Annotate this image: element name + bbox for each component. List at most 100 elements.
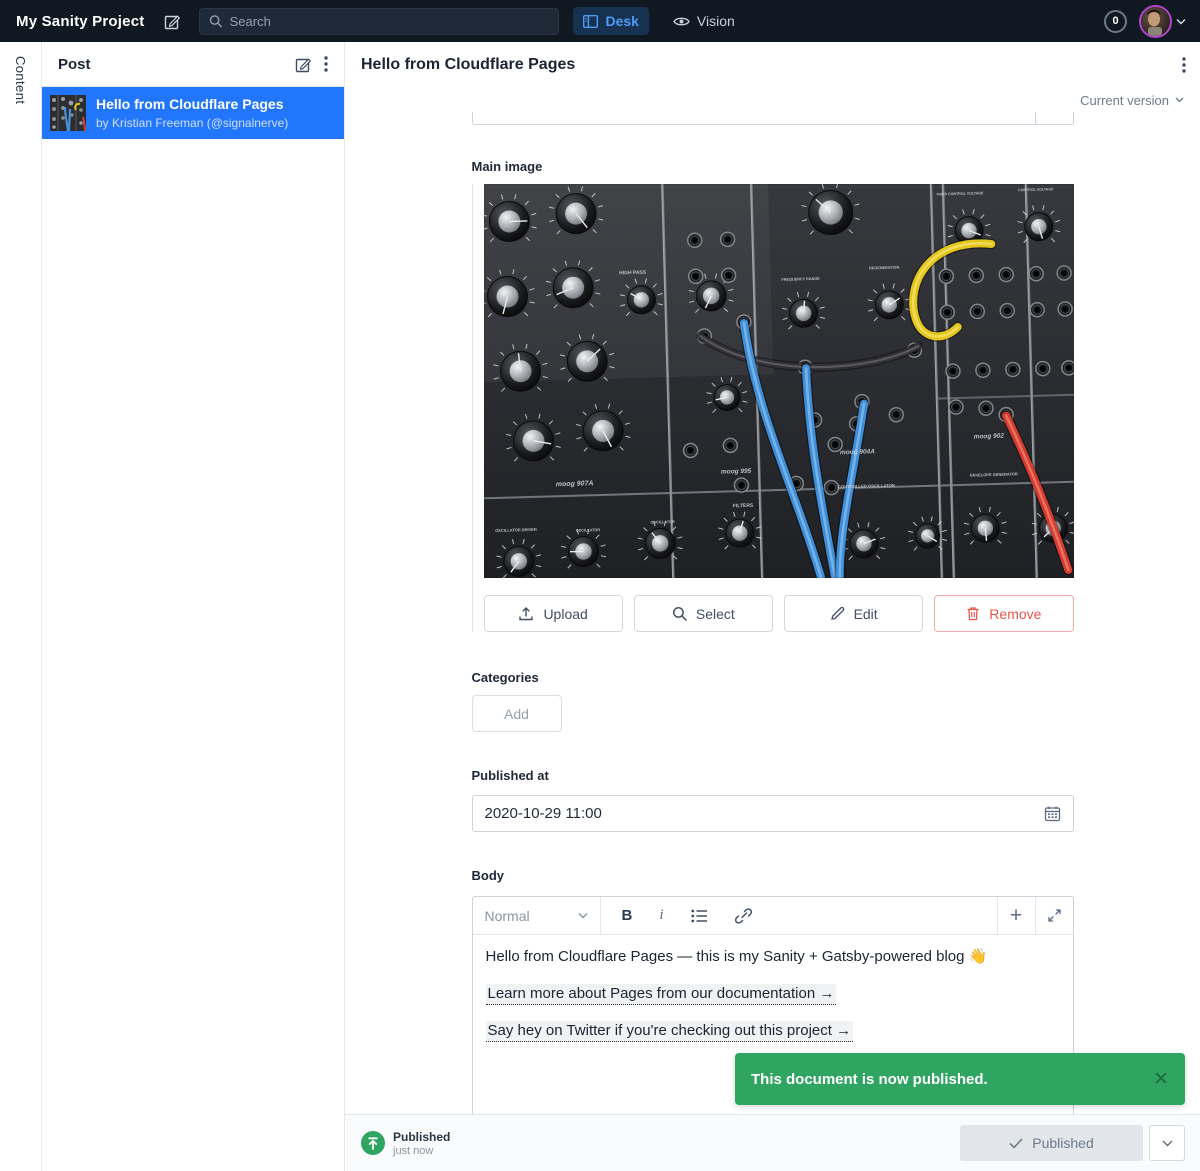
remove-label: Remove xyxy=(989,606,1041,622)
tab-desk-label: Desk xyxy=(605,13,638,29)
post-item-subtitle: by Kristian Freeman (@signalnerve) xyxy=(96,116,288,130)
svg-text:moog 902: moog 902 xyxy=(973,433,1004,441)
toast-message: This document is now published. xyxy=(751,1071,1153,1088)
svg-text:moog 907A: moog 907A xyxy=(555,480,593,488)
publish-button-label: Published xyxy=(1032,1135,1094,1151)
chevron-down-icon xyxy=(1176,18,1186,25)
main-image-label: Main image xyxy=(472,159,1074,174)
list-panel-header: Post xyxy=(42,42,344,87)
main-image-field: HIGH PASSFREQUENCY RANGEREGENERATIONFIXE… xyxy=(472,184,1074,632)
body-paragraph: Hello from Cloudflare Pages — this is my… xyxy=(486,948,1060,967)
add-category-button[interactable]: Add xyxy=(472,695,562,732)
document-editor-pane: Hello from Cloudflare Pages Current vers… xyxy=(345,42,1200,1171)
new-document-button[interactable] xyxy=(164,13,181,30)
publish-button[interactable]: Published xyxy=(960,1125,1143,1161)
svg-text:OSCILLATOR: OSCILLATOR xyxy=(575,528,600,533)
avatar xyxy=(1139,5,1172,38)
top-navbar: My Sanity Project Desk Vision 0 xyxy=(0,0,1200,42)
toast-close-button[interactable]: ✕ xyxy=(1153,1070,1169,1089)
body-text-area[interactable]: Hello from Cloudflare Pages — this is my… xyxy=(473,935,1073,1058)
document-title: Hello from Cloudflare Pages xyxy=(361,56,1176,74)
select-button[interactable]: Select xyxy=(634,595,773,632)
check-icon xyxy=(1009,1138,1023,1149)
search-bar xyxy=(199,8,559,35)
plus-icon: + xyxy=(1010,905,1022,926)
document-scroll-area: Main image HIGH PASSFREQUENCY RANGEREGEN… xyxy=(345,112,1200,1114)
search-icon xyxy=(672,606,687,621)
presence-badge[interactable]: 0 xyxy=(1104,10,1127,33)
tab-vision-label: Vision xyxy=(697,13,735,29)
published-status-icon xyxy=(361,1131,385,1155)
chevron-down-icon xyxy=(1175,97,1184,103)
link-button[interactable] xyxy=(735,908,752,924)
upload-icon xyxy=(518,606,534,622)
document-menu-button[interactable] xyxy=(1176,51,1192,79)
bullet-list-icon xyxy=(691,909,708,923)
kebab-menu-icon xyxy=(324,56,328,72)
svg-text:moog 995: moog 995 xyxy=(720,468,751,476)
compose-icon xyxy=(295,56,312,73)
insert-block-button[interactable]: + xyxy=(997,897,1035,934)
italic-button[interactable]: i xyxy=(659,907,663,924)
post-list-item[interactable]: Hello from Cloudflare Pages by Kristian … xyxy=(42,87,344,139)
document-list-panel: Post xyxy=(42,42,345,1171)
presence-count: 0 xyxy=(1112,15,1118,27)
edit-button[interactable]: Edit xyxy=(784,595,923,632)
post-thumbnail xyxy=(50,95,86,131)
edit-label: Edit xyxy=(854,606,878,622)
publish-toast: This document is now published. ✕ xyxy=(735,1053,1185,1105)
body-link[interactable]: Learn more about Pages from our document… xyxy=(486,984,837,1005)
version-selector[interactable]: Current version xyxy=(345,88,1200,112)
expand-icon xyxy=(1048,909,1061,922)
create-post-button[interactable] xyxy=(289,50,318,79)
bold-button[interactable]: B xyxy=(622,907,633,924)
chevron-down-icon xyxy=(1162,1140,1173,1147)
kebab-menu-icon xyxy=(1182,57,1186,73)
upload-button[interactable]: Upload xyxy=(484,595,623,632)
body-link[interactable]: Say hey on Twitter if you're checking ou… xyxy=(486,1021,854,1042)
svg-text:OSCILLATOR: OSCILLATOR xyxy=(650,520,675,525)
project-title[interactable]: My Sanity Project xyxy=(16,13,144,30)
post-item-title: Hello from Cloudflare Pages xyxy=(96,96,288,114)
publish-arrow-icon xyxy=(367,1137,379,1150)
text-style-value: Normal xyxy=(485,908,570,924)
list-panel-title: Post xyxy=(58,56,289,73)
select-label: Select xyxy=(696,606,735,622)
body-toolbar: Normal B i xyxy=(473,897,1073,935)
svg-text:FILTERS: FILTERS xyxy=(732,503,753,510)
tab-desk[interactable]: Desk xyxy=(573,7,648,35)
svg-text:moog 904A: moog 904A xyxy=(839,448,874,456)
bullet-list-button[interactable] xyxy=(691,909,708,923)
pencil-icon xyxy=(830,606,845,621)
calendar-icon[interactable] xyxy=(1044,805,1061,822)
svg-text:REGENERATION: REGENERATION xyxy=(869,266,900,271)
desk-icon xyxy=(583,15,598,28)
fullscreen-button[interactable] xyxy=(1035,897,1073,934)
sidebar-rail: Content xyxy=(0,42,42,1171)
status-time: just now xyxy=(393,1145,450,1157)
upload-label: Upload xyxy=(543,606,587,622)
status-title: Published xyxy=(393,1130,450,1144)
editor-header: Hello from Cloudflare Pages xyxy=(345,42,1200,88)
slug-input-partial[interactable] xyxy=(472,112,1074,125)
main-image-preview[interactable]: HIGH PASSFREQUENCY RANGEREGENERATIONFIXE… xyxy=(484,184,1074,578)
sidebar-item-content[interactable]: Content xyxy=(13,56,28,1171)
search-icon xyxy=(209,14,222,28)
list-menu-button[interactable] xyxy=(318,50,334,78)
document-footer: Published just now Published xyxy=(345,1114,1200,1171)
svg-text:HIGH PASS: HIGH PASS xyxy=(619,270,647,277)
published-at-input[interactable]: 2020-10-29 11:00 xyxy=(472,795,1074,832)
link-icon xyxy=(735,908,752,924)
tab-vision[interactable]: Vision xyxy=(663,7,745,35)
body-label: Body xyxy=(472,868,1074,883)
user-menu[interactable] xyxy=(1139,5,1186,38)
text-style-select[interactable]: Normal xyxy=(473,897,601,934)
remove-button[interactable]: Remove xyxy=(934,595,1073,632)
version-label: Current version xyxy=(1080,93,1169,108)
search-input[interactable] xyxy=(230,14,550,29)
categories-label: Categories xyxy=(472,670,1074,685)
chevron-down-icon xyxy=(578,912,588,919)
published-at-value: 2020-10-29 11:00 xyxy=(485,805,1044,822)
published-at-label: Published at xyxy=(472,768,1074,783)
publish-menu-button[interactable] xyxy=(1149,1125,1185,1161)
